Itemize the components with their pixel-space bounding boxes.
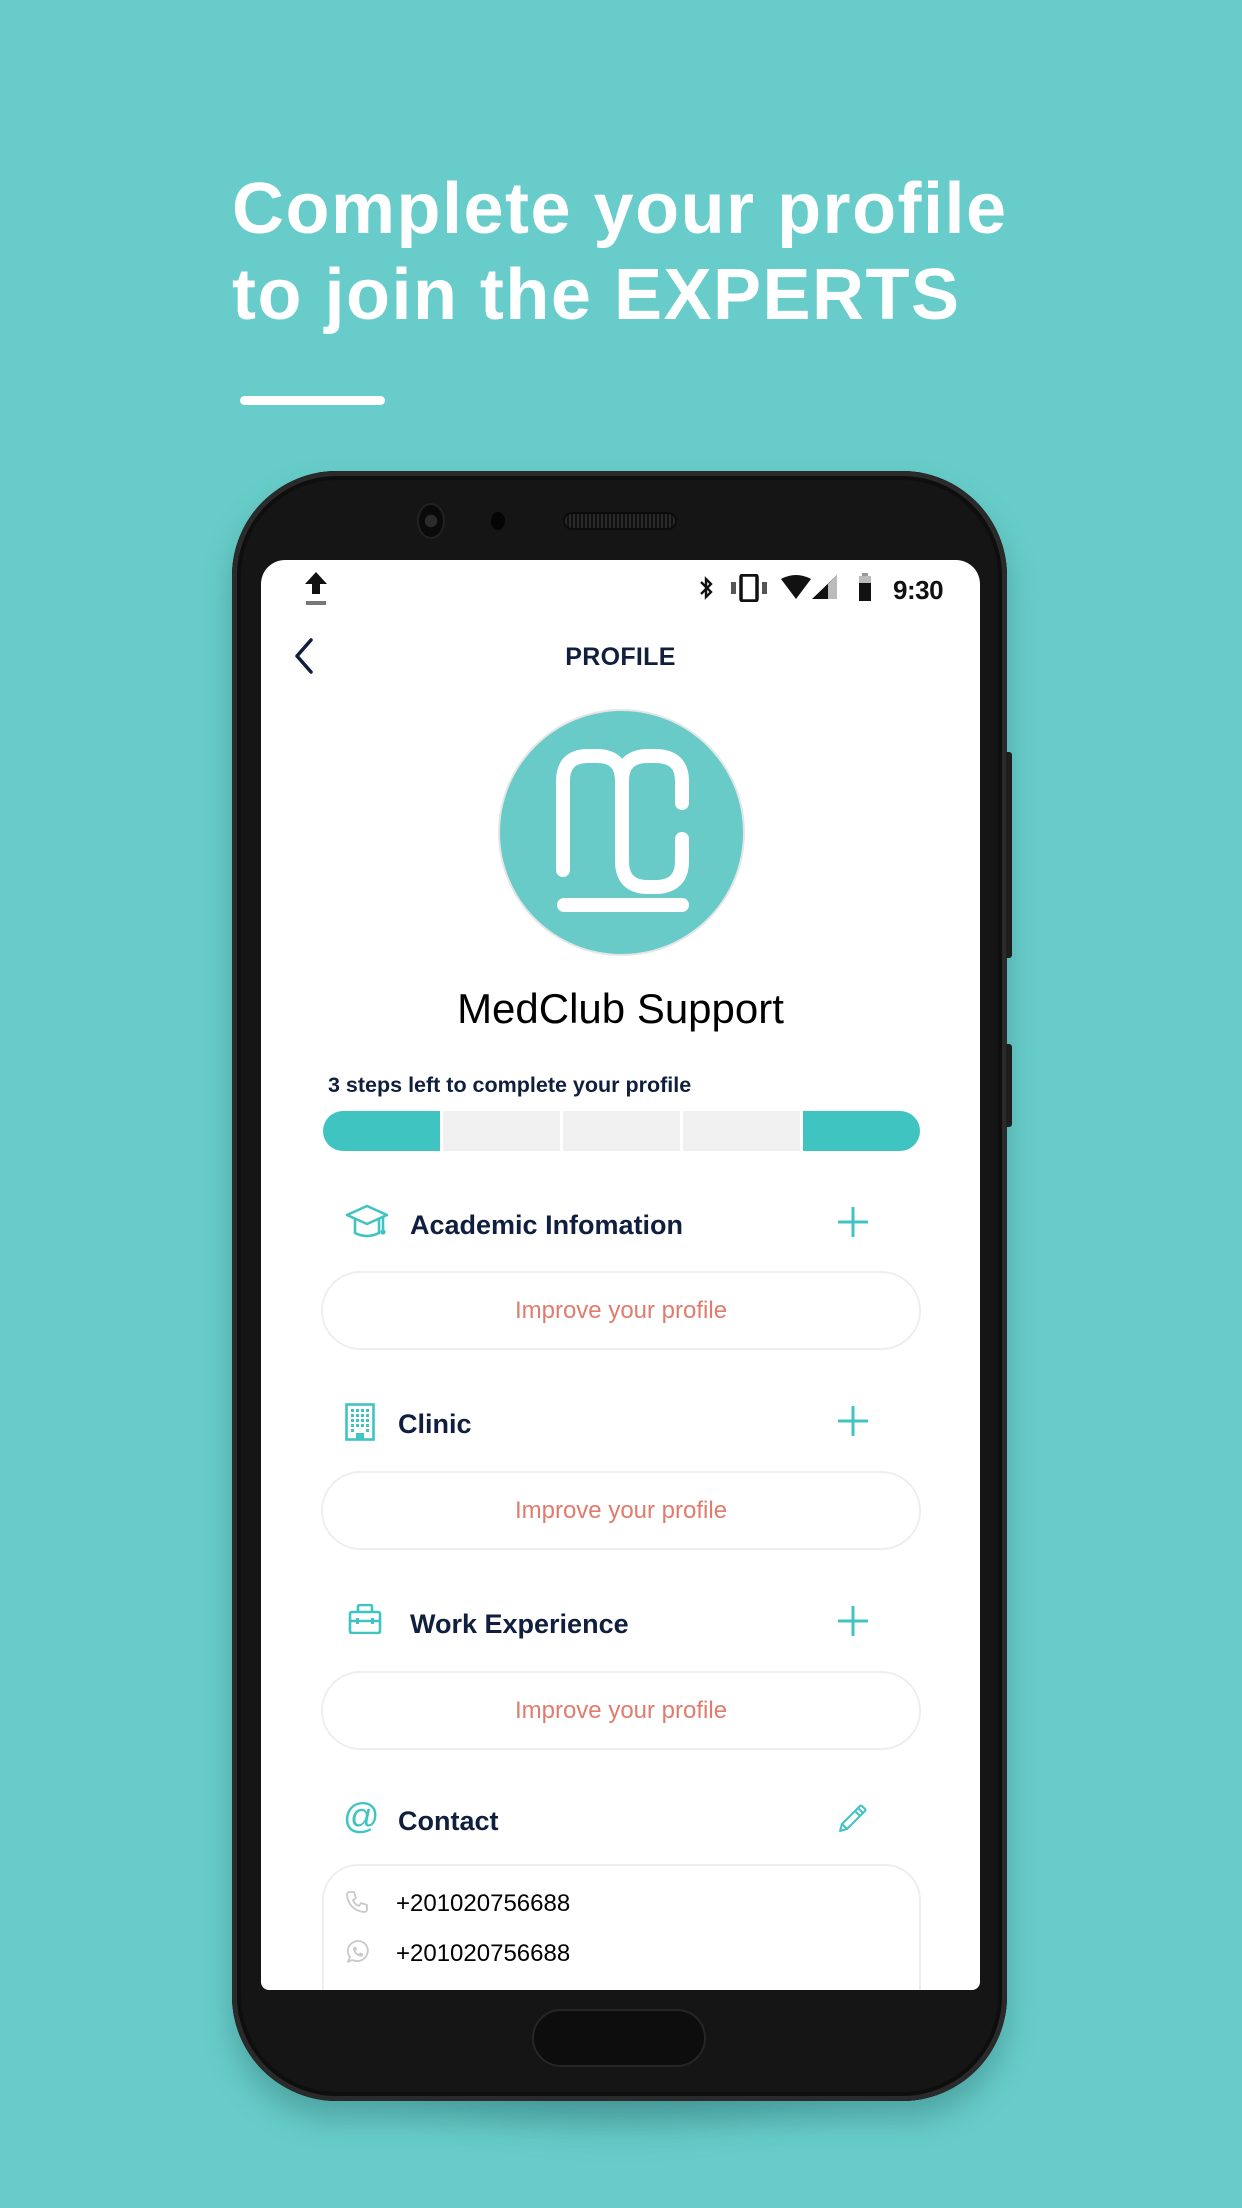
cell-signal-icon xyxy=(812,575,837,599)
promo-headline-line1: Complete your profile xyxy=(232,169,1008,249)
contact-card xyxy=(322,1864,921,1990)
battery-icon xyxy=(859,573,871,601)
section-title-contact: Contact xyxy=(398,1806,499,1836)
add-work-experience-button[interactable] xyxy=(838,1606,868,1636)
contact-whatsapp-number[interactable]: +201020756688 xyxy=(396,1940,570,1968)
section-title-clinic: Clinic xyxy=(398,1409,472,1439)
graduation-cap-icon xyxy=(345,1204,389,1238)
whatsapp-icon xyxy=(346,1940,369,1963)
earpiece-speaker xyxy=(565,514,675,528)
vibrate-icon xyxy=(731,574,767,602)
progress-segment-1-complete xyxy=(323,1111,440,1151)
improve-academic-button[interactable]: Improve your profile xyxy=(321,1271,921,1350)
medclub-logo-icon xyxy=(556,749,689,912)
page-title: PROFILE xyxy=(565,643,676,671)
at-sign-icon: @ xyxy=(343,1795,380,1836)
home-button[interactable] xyxy=(532,2009,706,2067)
add-academic-button[interactable] xyxy=(838,1207,868,1237)
app-screen: 9:30 PROFILE MedClub Support 3 steps lef… xyxy=(261,560,980,1990)
profile-progress-bar xyxy=(323,1111,920,1151)
progress-segment-2-incomplete xyxy=(443,1111,560,1151)
toolbox-icon xyxy=(348,1604,382,1634)
add-clinic-button[interactable] xyxy=(838,1406,868,1436)
proximity-sensor xyxy=(491,512,505,530)
power-button xyxy=(1006,752,1012,958)
progress-segment-5-complete xyxy=(803,1111,920,1151)
volume-button xyxy=(1006,1044,1012,1127)
bluetooth-icon xyxy=(700,576,713,600)
profile-display-name: MedClub Support xyxy=(457,985,784,1032)
improve-work-experience-button[interactable]: Improve your profile xyxy=(321,1671,921,1750)
status-time: 9:30 xyxy=(893,575,944,605)
contact-phone-number[interactable]: +201020756688 xyxy=(396,1890,570,1918)
promo-headline: Complete your profile to join the EXPERT… xyxy=(232,166,1008,338)
progress-segment-3-incomplete xyxy=(563,1111,680,1151)
front-camera xyxy=(419,505,443,537)
edit-contact-button[interactable] xyxy=(837,1804,867,1834)
section-title-work-experience: Work Experience xyxy=(410,1609,629,1639)
phone-icon xyxy=(346,1891,368,1913)
promo-headline-line2: to join the EXPERTS xyxy=(232,255,961,335)
steps-left-text: 3 steps left to complete your profile xyxy=(328,1073,692,1097)
avatar[interactable] xyxy=(500,711,743,954)
improve-clinic-button[interactable]: Improve your profile xyxy=(321,1471,921,1550)
section-title-academic: Academic Infomation xyxy=(410,1210,684,1240)
headline-divider xyxy=(240,396,385,405)
building-icon xyxy=(345,1403,375,1441)
wifi-icon xyxy=(781,575,811,599)
progress-segment-4-incomplete xyxy=(683,1111,800,1151)
upload-icon xyxy=(305,572,327,605)
